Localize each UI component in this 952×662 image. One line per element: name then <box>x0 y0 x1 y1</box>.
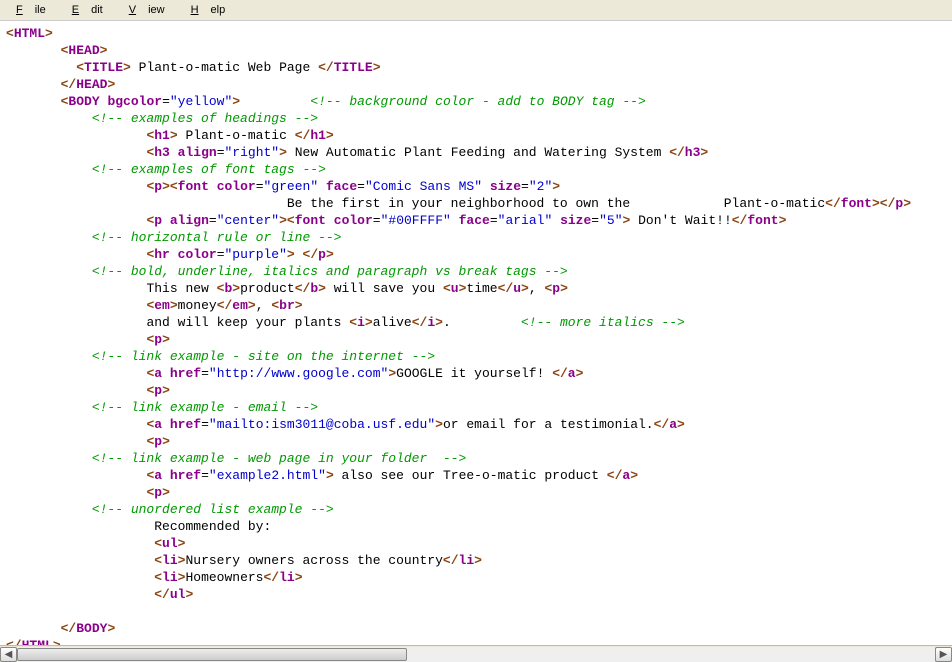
menu-bar: File Edit View Help <box>0 0 952 21</box>
scroll-track[interactable] <box>17 647 935 662</box>
menu-edit[interactable]: Edit <box>60 2 115 18</box>
scroll-thumb[interactable] <box>17 648 407 661</box>
menu-file[interactable]: File <box>4 2 58 18</box>
menu-help[interactable]: Help <box>179 2 238 18</box>
menu-view[interactable]: View <box>117 2 177 18</box>
code-editor[interactable]: <HTML> <HEAD> <TITLE> Plant-o-matic Web … <box>0 21 952 645</box>
scroll-right-button[interactable]: ▶ <box>935 647 952 662</box>
scroll-left-button[interactable]: ◀ <box>0 647 17 662</box>
horizontal-scrollbar[interactable]: ◀ ▶ <box>0 645 952 662</box>
